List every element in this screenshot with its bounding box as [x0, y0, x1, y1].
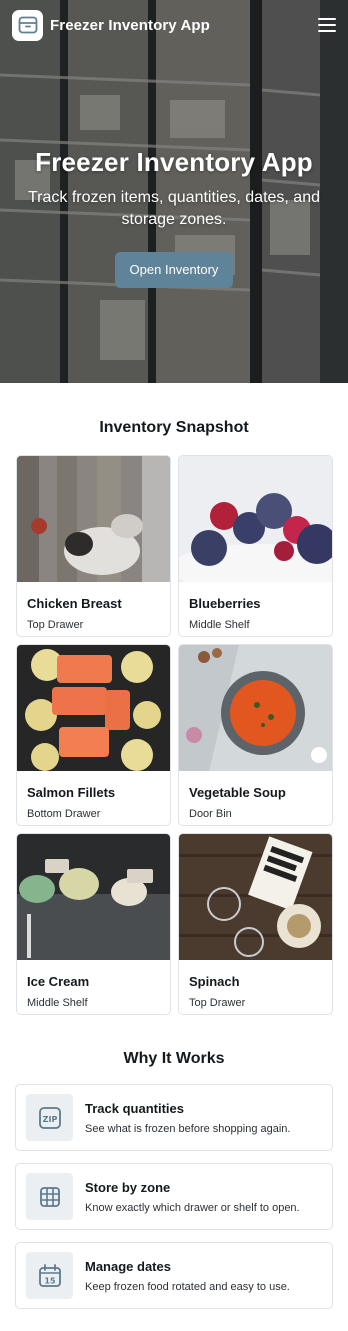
blueberries-photo [179, 456, 332, 592]
feature-card-zone: Store by zone Know exactly which drawer … [15, 1163, 333, 1230]
hero-subtitle: Track frozen items, quantities, dates, a… [28, 189, 320, 228]
hero-section: Freezer Inventory App Freezer Inventory … [0, 0, 348, 383]
item-zone: Top Drawer [189, 997, 246, 1009]
feature-list: ZIP Track quantities See what is frozen … [15, 1084, 333, 1309]
ice-cream-photo [17, 834, 170, 960]
calendar-icon: 15 [26, 1252, 73, 1299]
item-name: Spinach [189, 974, 240, 989]
grid-icon [26, 1173, 73, 1220]
hero-content: Freezer Inventory App Track frozen items… [0, 147, 348, 288]
open-inventory-button[interactable]: Open Inventory [115, 252, 233, 288]
soup-photo [179, 645, 332, 771]
spinach-photo [179, 834, 332, 960]
item-zone: Bottom Drawer [27, 808, 101, 820]
inventory-snapshot-section: Inventory Snapshot Chicken Breast Top Dr… [0, 383, 348, 1015]
feature-title: Manage dates [85, 1258, 171, 1274]
item-zone: Middle Shelf [27, 997, 88, 1009]
item-zone: Middle Shelf [189, 619, 250, 631]
feature-desc: See what is frozen before shopping again… [85, 1122, 291, 1135]
why-it-works-section: Why It Works ZIP Track quantities See wh… [0, 1015, 348, 1309]
svg-text:ZIP: ZIP [42, 1115, 57, 1124]
chicken-photo [17, 456, 170, 582]
item-name: Ice Cream [27, 974, 90, 989]
feature-card-dates: 15 Manage dates Keep frozen food rotated… [15, 1242, 333, 1309]
zip-icon: ZIP [26, 1094, 73, 1141]
calendar-day-text: 15 [44, 1276, 56, 1285]
item-zone: Top Drawer [27, 619, 84, 631]
inventory-card[interactable]: Vegetable Soup Door Bin [178, 644, 333, 826]
feature-card-quantities: ZIP Track quantities See what is frozen … [15, 1084, 333, 1151]
inventory-card[interactable]: Blueberries Middle Shelf [178, 455, 333, 637]
item-name: Vegetable Soup [189, 785, 286, 800]
item-name: Chicken Breast [27, 596, 122, 611]
feature-desc: Keep frozen food rotated and easy to use… [85, 1280, 290, 1293]
inventory-grid: Chicken Breast Top Drawer Blueberries Mi… [16, 455, 333, 1015]
item-name: Salmon Fillets [27, 785, 116, 800]
hamburger-menu-icon[interactable] [318, 18, 336, 32]
box-icon[interactable] [12, 9, 43, 41]
inventory-card[interactable]: Spinach Top Drawer [178, 833, 333, 1015]
salmon-photo [17, 645, 170, 771]
inventory-card[interactable]: Chicken Breast Top Drawer [16, 455, 171, 637]
item-zone: Door Bin [189, 808, 232, 820]
brand-name[interactable]: Freezer Inventory App [50, 17, 210, 34]
section-title-snapshot: Inventory Snapshot [99, 419, 249, 436]
feature-title: Store by zone [85, 1179, 171, 1195]
section-title-why: Why It Works [123, 1050, 225, 1067]
feature-desc: Know exactly which drawer or shelf to op… [85, 1201, 300, 1214]
hero-title: Freezer Inventory App [35, 147, 313, 177]
item-name: Blueberries [189, 596, 261, 611]
inventory-card[interactable]: Ice Cream Middle Shelf [16, 833, 171, 1015]
top-navbar: Freezer Inventory App [0, 0, 348, 50]
feature-title: Track quantities [85, 1100, 184, 1116]
inventory-card[interactable]: Salmon Fillets Bottom Drawer [16, 644, 171, 826]
